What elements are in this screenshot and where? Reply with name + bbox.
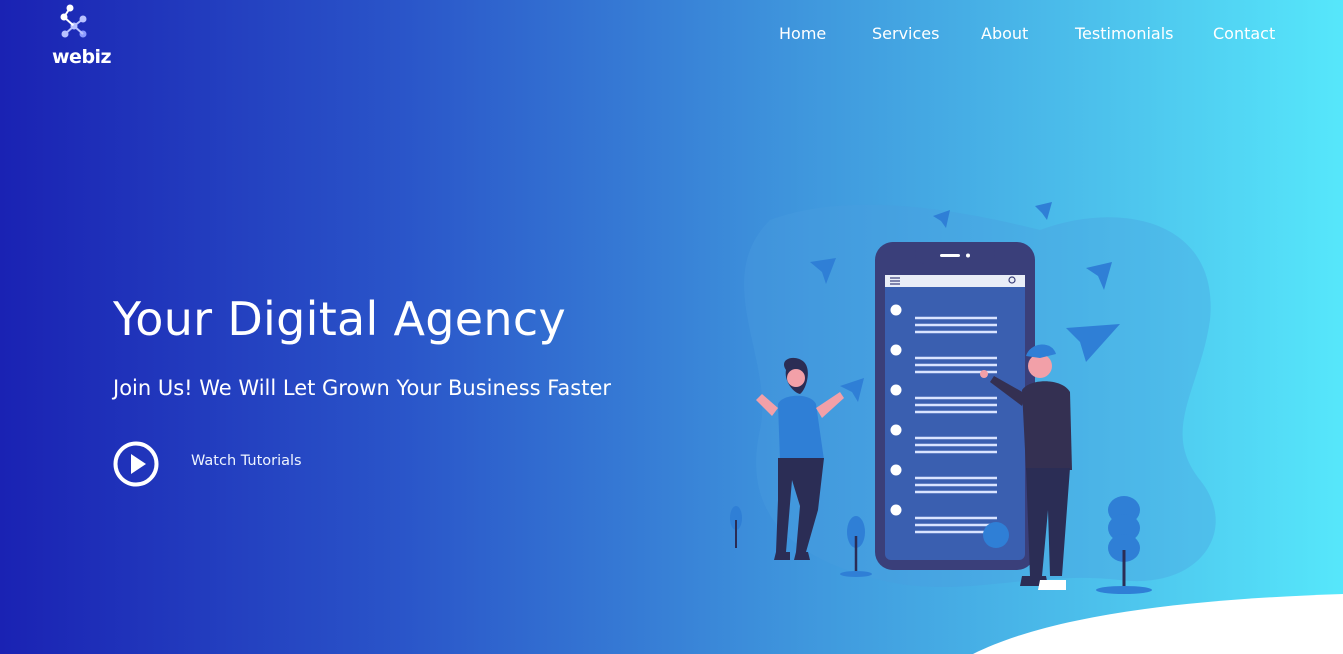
nav-testimonials[interactable]: Testimonials bbox=[1075, 24, 1174, 43]
nav-about[interactable]: About bbox=[981, 24, 1028, 43]
nav-home[interactable]: Home bbox=[779, 24, 826, 43]
play-tutorial-button[interactable] bbox=[113, 441, 159, 487]
main-nav: Home Services About Testimonials Contact bbox=[0, 24, 1343, 48]
bottom-wave-decoration bbox=[973, 594, 1343, 654]
watch-tutorials-link[interactable]: Watch Tutorials bbox=[191, 453, 302, 469]
brand-name: webiz bbox=[52, 46, 112, 68]
phone-illustration bbox=[875, 242, 1035, 570]
people-with-phone-illustration bbox=[730, 202, 1216, 594]
play-circle-icon bbox=[113, 441, 159, 487]
hero-subtitle: Join Us! We Will Let Grown Your Business… bbox=[113, 376, 612, 400]
nav-contact[interactable]: Contact bbox=[1213, 24, 1275, 43]
nav-services[interactable]: Services bbox=[872, 24, 939, 43]
hero-title: Your Digital Agency bbox=[113, 292, 566, 346]
